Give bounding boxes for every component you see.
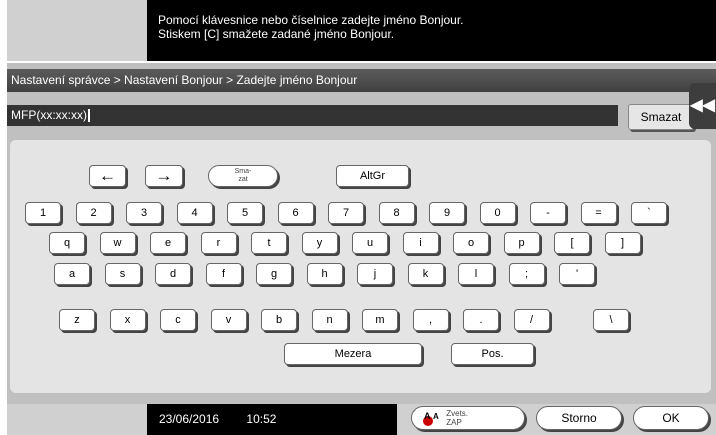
key-1-10[interactable]: [	[554, 232, 590, 254]
key-2-0[interactable]: a	[54, 263, 90, 285]
key-2-4[interactable]: g	[256, 263, 292, 285]
breadcrumb: Nastavení správce > Nastavení Bonjour > …	[7, 69, 716, 92]
key-0-3[interactable]: 4	[176, 202, 213, 224]
key-2-5[interactable]: h	[306, 263, 343, 285]
pos-key[interactable]: Pos.	[451, 343, 534, 365]
space-key[interactable]: Mezera	[284, 343, 422, 365]
key-1-2[interactable]: e	[150, 232, 186, 254]
enlarge-label-line-1: Zvets.	[446, 408, 469, 418]
key-0-11[interactable]: =	[580, 202, 617, 224]
key-2-7[interactable]: k	[407, 263, 444, 285]
key-3-8[interactable]: .	[463, 309, 499, 331]
key-3-4[interactable]: b	[261, 309, 297, 331]
input-value: MFP(xx:xx:xx)	[11, 108, 87, 122]
key-0-5[interactable]: 6	[277, 202, 314, 224]
key-0-4[interactable]: 5	[227, 202, 263, 224]
enlarge-label: Zvets. ZAP	[446, 409, 468, 427]
key-0-1[interactable]: 2	[75, 202, 112, 224]
key-0-10[interactable]: -	[530, 202, 566, 224]
key-3-7[interactable]: ,	[412, 309, 449, 331]
key-0-0[interactable]: 1	[25, 202, 61, 224]
key-3-10[interactable]: \	[593, 309, 629, 331]
key-0-7[interactable]: 8	[378, 202, 415, 224]
key-1-9[interactable]: p	[503, 232, 540, 254]
key-0-9[interactable]: 0	[479, 202, 516, 224]
ok-button[interactable]: OK	[633, 406, 709, 430]
key-1-1[interactable]: w	[99, 232, 136, 254]
key-1-4[interactable]: t	[251, 232, 287, 254]
date-time-display: 23/06/2016 10:52	[147, 404, 397, 435]
cursor-right-key[interactable]: →	[145, 165, 183, 187]
time-text: 10:52	[246, 412, 277, 426]
delete-key-line-1: Sma-	[234, 168, 252, 175]
bonjour-name-input[interactable]: MFP(xx:xx:xx)	[7, 105, 618, 126]
key-2-10[interactable]: '	[559, 263, 595, 285]
key-2-6[interactable]: j	[357, 263, 393, 285]
clear-button[interactable]: Smazat	[628, 104, 694, 130]
key-2-2[interactable]: d	[155, 263, 191, 285]
delete-key-line-2: zat	[238, 176, 248, 183]
key-1-0[interactable]: q	[49, 232, 85, 254]
key-3-2[interactable]: c	[160, 309, 196, 331]
key-2-8[interactable]: l	[458, 263, 494, 285]
key-0-12[interactable]: `	[631, 202, 667, 224]
key-2-3[interactable]: f	[205, 263, 242, 285]
key-3-9[interactable]: /	[513, 309, 550, 331]
key-0-6[interactable]: 7	[328, 202, 364, 224]
altgr-key[interactable]: AltGr	[336, 165, 409, 187]
key-1-3[interactable]: r	[200, 232, 237, 254]
enlarge-icon: A A	[423, 411, 439, 426]
enlarge-display-button[interactable]: A A Zvets. ZAP	[411, 406, 525, 430]
key-3-3[interactable]: v	[210, 309, 247, 331]
key-1-11[interactable]: ]	[604, 232, 641, 254]
top-left-panel	[7, 0, 147, 61]
instruction-message: Pomocí klávesnice nebo číselnice zadejte…	[147, 0, 716, 61]
message-line-1: Pomocí klávesnice nebo číselnice zadejte…	[158, 13, 464, 27]
key-1-5[interactable]: y	[301, 232, 338, 254]
key-3-0[interactable]: z	[59, 309, 95, 331]
key-1-7[interactable]: i	[402, 232, 439, 254]
cancel-button[interactable]: Storno	[536, 406, 622, 430]
message-line-2: Stiskem [C] smažete zadané jméno Bonjour…	[158, 27, 395, 41]
enlarge-label-line-2: ZAP	[446, 417, 462, 427]
key-3-5[interactable]: n	[311, 309, 348, 331]
key-1-8[interactable]: o	[453, 232, 489, 254]
delete-key[interactable]: Sma- zat	[208, 165, 278, 187]
date-text: 23/06/2016	[159, 412, 220, 426]
key-0-2[interactable]: 3	[126, 202, 162, 224]
key-2-1[interactable]: s	[104, 263, 141, 285]
key-0-8[interactable]: 9	[429, 202, 465, 224]
text-cursor	[88, 109, 90, 123]
key-2-9[interactable]: ;	[508, 263, 545, 285]
key-3-1[interactable]: x	[109, 309, 146, 331]
side-panel-tab[interactable]: ◀◀	[689, 83, 716, 129]
keyboard-panel: ← → Sma- zat AltGr 1 2 3 4 5 6 7 8 9 0- = ` q w e r t y u i…	[10, 140, 711, 393]
svg-text:A: A	[433, 412, 439, 421]
cursor-left-key[interactable]: ←	[89, 165, 126, 187]
key-3-6[interactable]: m	[362, 309, 398, 331]
key-1-6[interactable]: u	[352, 232, 388, 254]
svg-text:A: A	[424, 411, 431, 421]
